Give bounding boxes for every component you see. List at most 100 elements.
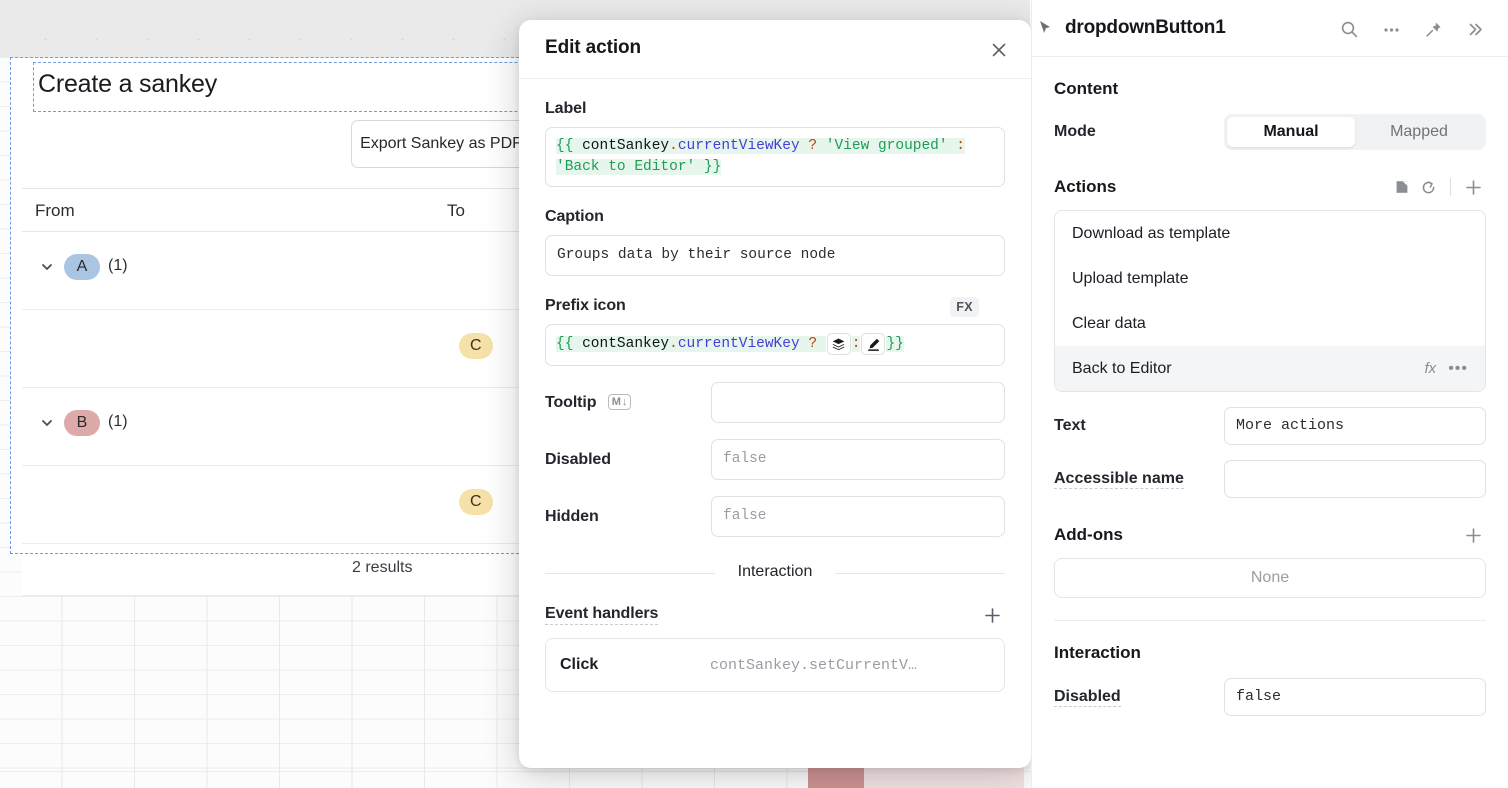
- expr-token-plain: [947, 138, 957, 154]
- cell-to-pill: C: [459, 489, 493, 515]
- interaction-disabled-input[interactable]: false: [1224, 678, 1486, 716]
- expr-token-op: ?: [808, 335, 818, 352]
- chevron-down-icon[interactable]: [40, 416, 54, 430]
- text-field-label: Text: [1054, 417, 1086, 434]
- modal-header: Edit action: [519, 20, 1031, 79]
- tooltip-field-row: Tooltip M ↓: [545, 382, 1005, 424]
- label-field-block: Label {{ contSankey.currentViewKey ? 'Vi…: [545, 100, 1005, 188]
- action-item-label: Back to Editor: [1072, 359, 1172, 377]
- label-field-title: Label: [545, 100, 587, 117]
- accessible-name-label-wrap: Accessible name: [1054, 470, 1224, 489]
- addons-title: Add-ons: [1054, 525, 1123, 544]
- edit-action-modal: Edit action Label {{ contSankey.currentV…: [519, 20, 1031, 768]
- mode-label: Mode: [1054, 123, 1096, 140]
- interaction-section-title: Interaction: [1054, 643, 1141, 662]
- inspector-panel: dropdownButton1 Content Mode Manual Mapp…: [1031, 0, 1508, 788]
- component-name: dropdownButton1: [1065, 17, 1226, 38]
- event-handlers-title: Event handlers: [545, 605, 658, 626]
- close-icon[interactable]: [985, 36, 1013, 64]
- inspector-divider: [1054, 620, 1486, 621]
- plus-icon[interactable]: [1460, 522, 1486, 548]
- fx-icon[interactable]: fx: [1425, 360, 1437, 377]
- expand-icon[interactable]: [1462, 16, 1488, 42]
- addons-empty-state: None: [1054, 558, 1486, 598]
- pin-icon[interactable]: [1420, 16, 1446, 42]
- mode-row: Mode Manual Mapped: [1054, 114, 1486, 150]
- refresh-icon[interactable]: [1415, 174, 1441, 200]
- tooltip-label-wrap: Tooltip M ↓: [545, 393, 711, 412]
- modal-body: Label {{ contSankey.currentViewKey ? 'Vi…: [519, 100, 1031, 693]
- prefix-icon-field-block: Prefix icon FX {{ contSankey.currentView…: [545, 297, 1005, 367]
- inspector-body: Content Mode Manual Mapped Actions Downl…: [1032, 79, 1508, 716]
- interaction-section-divider: Interaction: [545, 563, 1005, 583]
- text-field-row: Text More actions: [1054, 407, 1486, 445]
- text-field-input[interactable]: More actions: [1224, 407, 1486, 445]
- markdown-badge-letter: M: [611, 395, 621, 408]
- expr-token-brace: }}: [695, 159, 722, 176]
- accessible-name-row: Accessible name: [1054, 460, 1486, 498]
- expr-token-prop: currentViewKey: [677, 138, 800, 154]
- action-item[interactable]: Download as template: [1055, 211, 1485, 256]
- cell-to-pill: C: [459, 333, 493, 359]
- action-item[interactable]: Clear data: [1055, 301, 1485, 346]
- event-handlers-list: Click contSankey.setCurrentV…: [545, 638, 1005, 693]
- action-item-label: Download as template: [1072, 224, 1231, 242]
- action-item-label: Upload template: [1072, 269, 1189, 287]
- column-header-to: To: [447, 201, 465, 220]
- plus-icon[interactable]: [979, 602, 1005, 628]
- more-icon[interactable]: •••: [1448, 360, 1468, 378]
- expr-token-brace: {{: [556, 138, 583, 154]
- mode-option-mapped[interactable]: Mapped: [1355, 117, 1483, 147]
- expr-token-str: 'Back to Editor': [556, 159, 696, 176]
- expr-token-obj: contSankey: [582, 138, 670, 154]
- prefix-icon-expression-input[interactable]: {{ contSankey.currentViewKey ? :}}: [545, 324, 1005, 367]
- plus-icon[interactable]: [1460, 174, 1486, 200]
- chevron-down-icon[interactable]: [40, 260, 54, 274]
- event-handler-value: contSankey.setCurrentV…: [710, 656, 918, 674]
- more-icon[interactable]: [1378, 16, 1404, 42]
- fx-badge[interactable]: FX: [950, 297, 979, 318]
- event-handler-name: Click: [560, 656, 599, 674]
- event-handler-row[interactable]: Click contSankey.setCurrentV…: [546, 639, 1004, 692]
- action-item-selected[interactable]: Back to Editor fx •••: [1055, 346, 1485, 391]
- export-sankey-pdf-button[interactable]: Export Sankey as PDF: [351, 120, 531, 168]
- label-expression-input[interactable]: {{ contSankey.currentViewKey ? 'View gro…: [545, 127, 1005, 188]
- toolbar-divider: [1450, 178, 1451, 196]
- search-icon[interactable]: [1336, 16, 1362, 42]
- expr-token-plain: [817, 335, 826, 352]
- action-item[interactable]: Upload template: [1055, 256, 1485, 301]
- caption-input[interactable]: Groups data by their source node: [545, 235, 1005, 277]
- hidden-field-row: Hidden false: [545, 496, 1005, 538]
- mode-option-manual[interactable]: Manual: [1227, 117, 1355, 147]
- disabled-field-title: Disabled: [545, 450, 611, 468]
- modal-title: Edit action: [545, 37, 642, 58]
- markdown-badge-arrow: ↓: [621, 395, 628, 408]
- markdown-badge: M ↓: [607, 393, 632, 410]
- book-icon[interactable]: [1389, 174, 1415, 200]
- addons-header: Add-ons: [1054, 522, 1486, 548]
- accessible-name-label: Accessible name: [1054, 469, 1184, 489]
- expr-token-colon: :: [851, 335, 861, 352]
- interaction-disabled-row: Disabled false: [1054, 678, 1486, 716]
- disabled-input[interactable]: false: [711, 439, 1005, 481]
- expr-token-op: .: [669, 138, 678, 154]
- actions-list: Download as template Upload template Cle…: [1054, 210, 1486, 392]
- layers-icon[interactable]: [826, 333, 851, 356]
- prefix-icon-field-title: Prefix icon: [545, 297, 626, 315]
- mode-segmented-control: Manual Mapped: [1224, 114, 1486, 150]
- group-pill: B: [64, 410, 100, 436]
- column-header-from: From: [35, 201, 75, 220]
- tooltip-input[interactable]: [711, 382, 1005, 424]
- actions-header: Actions: [1054, 174, 1486, 200]
- expr-token-brace: {{: [556, 335, 583, 352]
- cursor-icon: [1036, 19, 1056, 39]
- event-handlers-header: Event handlers: [545, 602, 1005, 628]
- pen-icon[interactable]: [861, 333, 886, 356]
- accessible-name-input[interactable]: [1224, 460, 1486, 498]
- hidden-field-title: Hidden: [545, 507, 599, 525]
- results-count: 2 results: [352, 559, 413, 576]
- content-section-title: Content: [1054, 79, 1119, 98]
- inspector-header: dropdownButton1: [1032, 0, 1508, 57]
- expr-token-op: .: [669, 335, 678, 352]
- hidden-input[interactable]: false: [711, 496, 1005, 538]
